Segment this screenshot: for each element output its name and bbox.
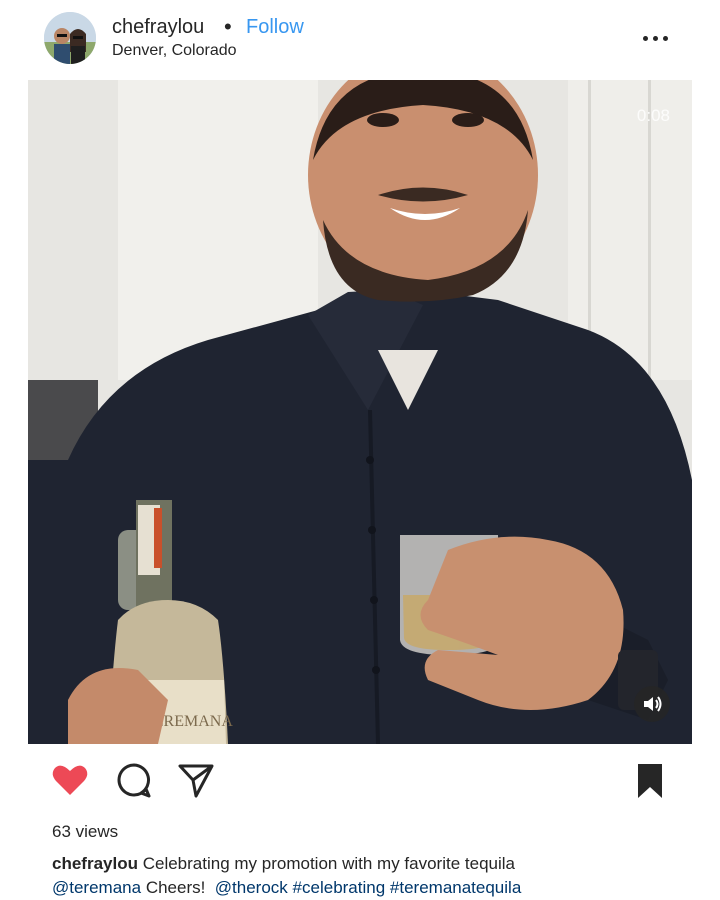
mention-therock[interactable]: @therock [215,878,288,897]
like-button[interactable] [50,760,94,804]
hashtag-teremanatequila[interactable]: #teremanatequila [390,878,521,897]
bookmark-icon [638,764,662,798]
more-options-icon[interactable] [640,24,672,52]
follow-button[interactable]: Follow [246,16,304,39]
avatar-image [44,12,96,64]
share-button[interactable] [176,760,220,804]
post-caption: chefraylou Celebrating my promotion with… [52,852,692,900]
mention-teremana[interactable]: @teremana [52,878,141,897]
post-header: chefraylou • Follow Denver, Colorado [0,0,720,78]
caption-username[interactable]: chefraylou [52,854,138,873]
video-player[interactable]: TEREMANA 0:08 [28,80,692,744]
speaker-icon [644,696,662,712]
action-bar [0,760,720,808]
caption-text-2: Cheers! [145,878,206,897]
separator-dot: • [224,14,232,39]
comment-button[interactable] [114,760,158,804]
hashtag-celebrating[interactable]: #celebrating [293,878,386,897]
heart-icon [52,765,88,795]
comment-icon [117,763,151,798]
sound-toggle[interactable] [634,686,670,722]
save-button[interactable] [630,760,674,804]
video-frame: TEREMANA [28,80,692,744]
view-count: 63 views [52,822,119,841]
video-timer: 0:08 [636,106,670,125]
location-link[interactable]: Denver, Colorado [112,42,237,60]
caption-text: Celebrating my promotion with my favorit… [142,854,515,873]
send-icon [178,764,214,798]
username[interactable]: chefraylou [112,16,204,39]
avatar[interactable] [44,12,96,64]
